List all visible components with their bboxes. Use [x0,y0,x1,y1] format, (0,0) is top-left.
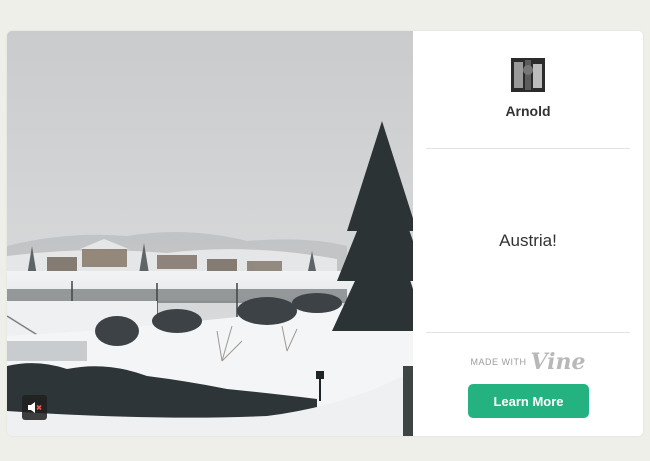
video-player[interactable] [7,31,413,436]
video-frame-snowy-landscape [7,31,413,436]
username[interactable]: Arnold [413,103,643,119]
divider-top [426,148,630,149]
post-caption: Austria! [499,231,557,250]
made-with-vine-branding[interactable]: MADE WITH Vine [413,351,643,373]
learn-more-button[interactable]: Learn More [468,384,589,418]
mute-toggle-button[interactable] [22,395,47,420]
speaker-muted-icon [28,402,42,413]
vine-embed-card: Arnold Austria! MADE WITH Vine Learn Mor… [7,31,643,436]
avatar-image [511,58,545,92]
divider-bottom [426,332,630,333]
vine-logo: Vine [530,349,586,375]
made-with-label: MADE WITH [470,357,527,367]
avatar[interactable] [511,58,545,92]
post-info-panel: Arnold Austria! MADE WITH Vine Learn Mor… [413,31,643,436]
